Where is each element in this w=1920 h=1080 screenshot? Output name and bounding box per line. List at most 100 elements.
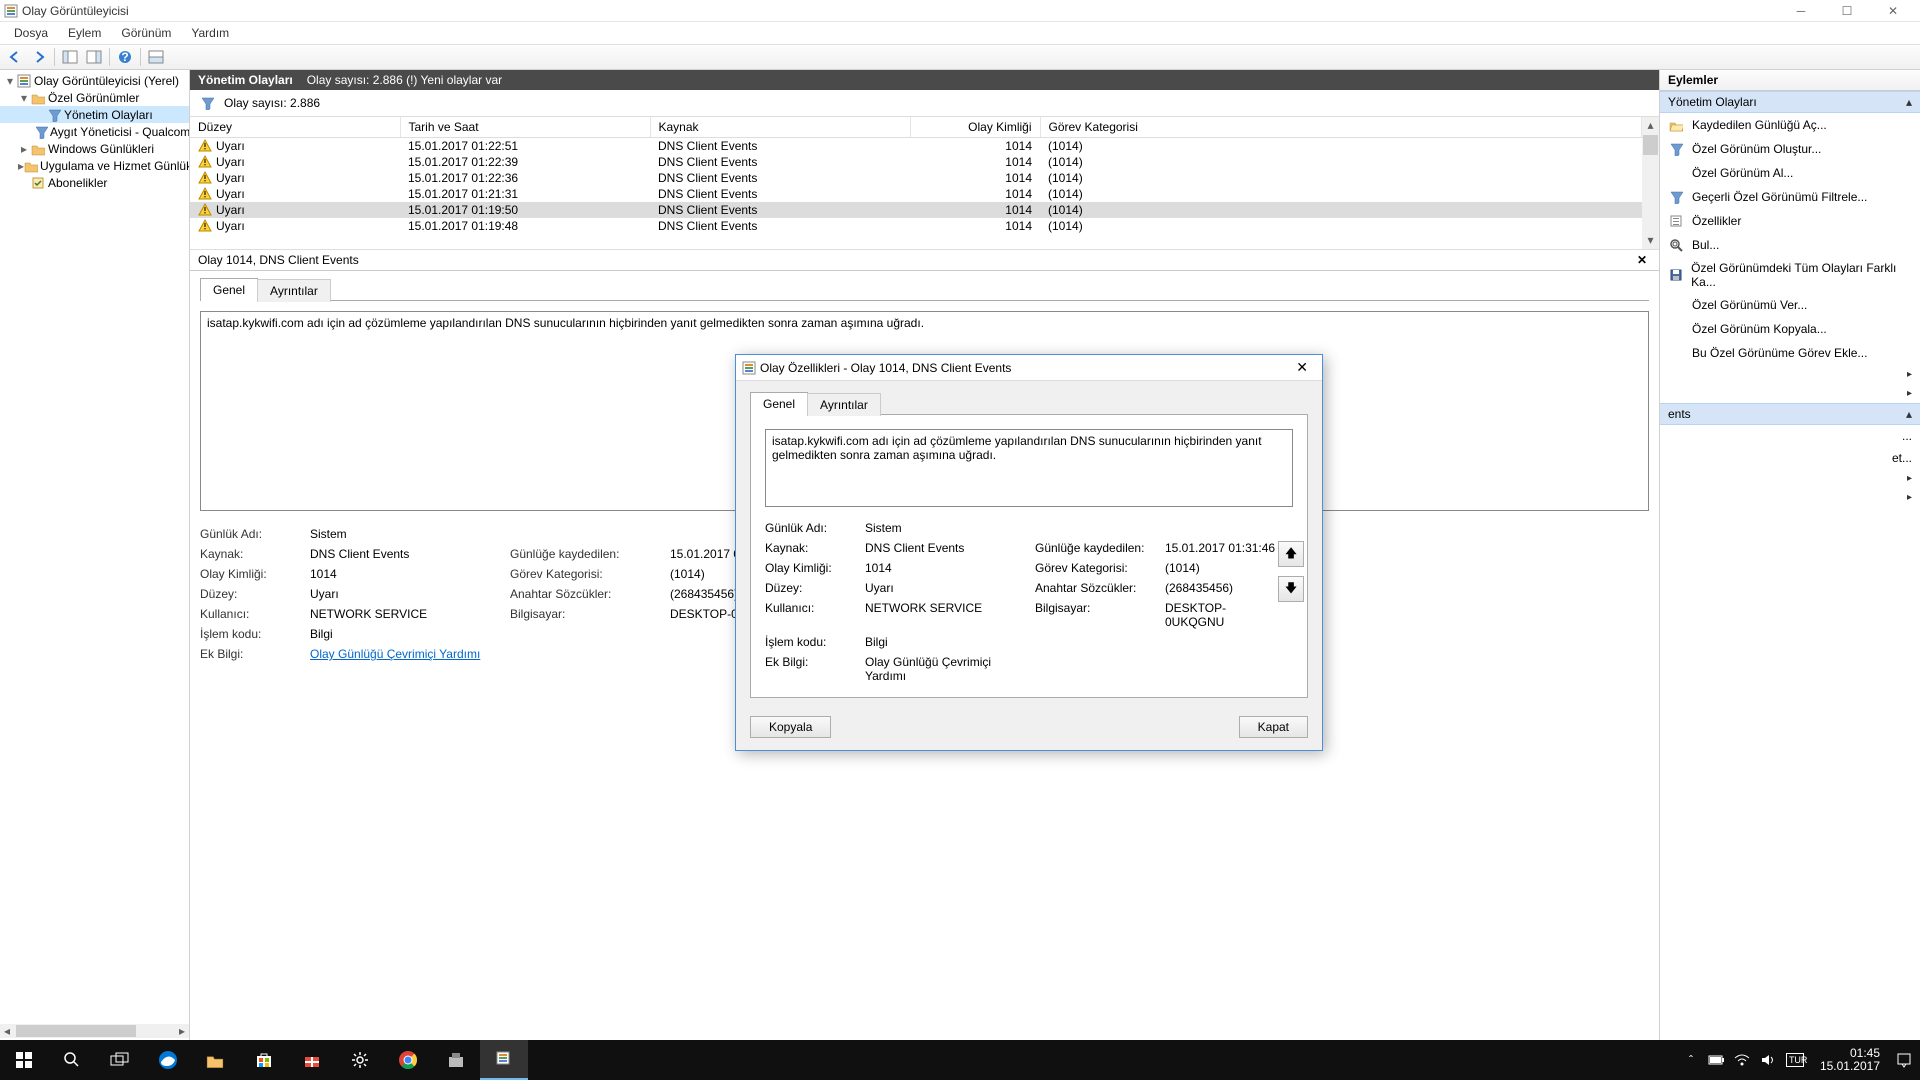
tree-root[interactable]: ▾ Olay Görüntüleyicisi (Yerel)	[0, 72, 189, 89]
column-header[interactable]: Düzey	[190, 117, 400, 138]
action-item[interactable]: Kaydedilen Günlüğü Aç...	[1660, 113, 1920, 137]
lbl-user: Kullanıcı:	[200, 607, 310, 621]
tree-node[interactable]: Abonelikler	[0, 174, 189, 191]
detail-close-button[interactable]: ✕	[1633, 253, 1651, 267]
link-moreinfo[interactable]: Olay Günlüğü Çevrimiçi Yardımı	[310, 647, 480, 661]
maximize-button[interactable]: ☐	[1824, 0, 1870, 22]
event-row[interactable]: Uyarı15.01.2017 01:19:50DNS Client Event…	[190, 202, 1642, 218]
tree-node[interactable]: Aygıt Yöneticisi - Qualcomm	[0, 123, 189, 140]
action-item[interactable]: Özel Görünüm Oluştur...	[1660, 137, 1920, 161]
tray-notifications-icon[interactable]	[1896, 1052, 1914, 1068]
action-item[interactable]: Özel Görünümdeki Tüm Olayları Farklı Ka.…	[1660, 257, 1920, 293]
taskbar-eventviewer[interactable]	[480, 1040, 528, 1080]
taskbar-edge[interactable]	[144, 1040, 192, 1080]
grid-vscrollbar[interactable]: ▴▾	[1642, 117, 1659, 249]
dlbl-eventid: Olay Kimliği:	[765, 561, 865, 575]
taskbar-settings[interactable]	[336, 1040, 384, 1080]
menu-help[interactable]: Yardım	[181, 24, 239, 42]
tree-node[interactable]: ▾Özel Görünümler	[0, 89, 189, 106]
dlbl-keywords: Anahtar Sözcükler:	[1035, 581, 1165, 595]
action-item-arrow3[interactable]: ▸	[1660, 469, 1920, 488]
event-grid[interactable]: DüzeyTarih ve SaatKaynakOlay KimliğiGöre…	[190, 117, 1642, 234]
tree-node[interactable]: ▸Windows Günlükleri	[0, 140, 189, 157]
tree-node[interactable]: Yönetim Olayları	[0, 106, 189, 123]
tab-general[interactable]: Genel	[200, 278, 258, 301]
tray-overflow-icon[interactable]: ˆ	[1682, 1053, 1700, 1067]
close-button[interactable]: ✕	[1870, 0, 1916, 22]
column-header[interactable]: Tarih ve Saat	[400, 117, 650, 138]
taskview-button[interactable]	[96, 1040, 144, 1080]
nav-back-button[interactable]	[4, 46, 26, 68]
dialog-close-button[interactable]: ✕	[1288, 359, 1316, 376]
action-item[interactable]: Özel Görünümü Ver...	[1660, 293, 1920, 317]
actions-header: Eylemler	[1660, 70, 1920, 91]
action-item[interactable]: Bu Özel Görünüme Görev Ekle...	[1660, 341, 1920, 365]
dialog-message: isatap.kykwifi.com adı için ad çözümleme…	[765, 429, 1293, 507]
action-item-arrow2[interactable]: ▸	[1660, 384, 1920, 403]
toolbar-showhide-button[interactable]	[59, 46, 81, 68]
menu-view[interactable]: Görünüm	[111, 24, 181, 42]
event-row[interactable]: Uyarı15.01.2017 01:19:48DNS Client Event…	[190, 218, 1642, 234]
toolbar-actionspane-button[interactable]	[83, 46, 105, 68]
tab-details[interactable]: Ayrıntılar	[257, 279, 331, 302]
taskbar-app-gift[interactable]	[288, 1040, 336, 1080]
action-item[interactable]: Özellikler	[1660, 209, 1920, 233]
taskbar-store[interactable]	[240, 1040, 288, 1080]
tray-lang-icon[interactable]: TUR	[1786, 1053, 1804, 1067]
dialog-titlebar[interactable]: Olay Özellikleri - Olay 1014, DNS Client…	[736, 355, 1322, 381]
action-item[interactable]: Özel Görünüm Kopyala...	[1660, 317, 1920, 341]
event-row[interactable]: Uyarı15.01.2017 01:22:36DNS Client Event…	[190, 170, 1642, 186]
column-header[interactable]: Olay Kimliği	[910, 117, 1040, 138]
tree-root-label: Olay Görüntüleyicisi (Yerel)	[34, 74, 179, 88]
val-user: NETWORK SERVICE	[310, 607, 510, 621]
minimize-button[interactable]: ─	[1778, 0, 1824, 22]
tree-node[interactable]: ▸Uygulama ve Hizmet Günlükleri	[0, 157, 189, 174]
collapse-icon2[interactable]: ▴	[1906, 407, 1912, 421]
dialog-tab-general[interactable]: Genel	[750, 392, 808, 415]
action-item[interactable]: Geçerli Özel Görünümü Filtrele...	[1660, 185, 1920, 209]
dlbl-taskcat: Görev Kategorisi:	[1035, 561, 1165, 575]
actions-pane: Eylemler Yönetim Olayları ▴ Kaydedilen G…	[1660, 70, 1920, 1040]
action-item-cut1[interactable]: ...	[1660, 425, 1920, 447]
dialog-prev-button[interactable]: 🡅	[1278, 541, 1304, 567]
lbl-keywords: Anahtar Sözcükler:	[510, 587, 670, 601]
taskbar-explorer[interactable]	[192, 1040, 240, 1080]
taskbar-app2[interactable]	[432, 1040, 480, 1080]
event-row[interactable]: Uyarı15.01.2017 01:22:39DNS Client Event…	[190, 154, 1642, 170]
event-row[interactable]: Uyarı15.01.2017 01:21:31DNS Client Event…	[190, 186, 1642, 202]
dialog-close-btn[interactable]: Kapat	[1239, 716, 1308, 738]
column-header[interactable]: Kaynak	[650, 117, 910, 138]
dialog-copy-button[interactable]: Kopyala	[750, 716, 831, 738]
column-header[interactable]: Görev Kategorisi	[1040, 117, 1642, 138]
lbl-moreinfo: Ek Bilgi:	[200, 647, 310, 661]
taskbar-chrome[interactable]	[384, 1040, 432, 1080]
toolbar-help-button[interactable]: ?	[114, 46, 136, 68]
action-item-arrow[interactable]: ▸	[1660, 365, 1920, 384]
menu-file[interactable]: Dosya	[4, 24, 58, 42]
tray-clock[interactable]: 01:45 15.01.2017	[1812, 1047, 1888, 1073]
action-item-cut2[interactable]: et...	[1660, 447, 1920, 469]
nav-forward-button[interactable]	[28, 46, 50, 68]
dialog-tab-details[interactable]: Ayrıntılar	[807, 393, 881, 416]
tree-hscrollbar[interactable]: ◂▸	[0, 1024, 189, 1038]
action-item-arrow4[interactable]: ▸	[1660, 488, 1920, 507]
tray-battery-icon[interactable]	[1708, 1054, 1726, 1066]
actions-group-management: Yönetim Olayları ▴	[1660, 91, 1920, 113]
system-tray: ˆ TUR 01:45 15.01.2017	[1682, 1040, 1920, 1080]
menu-action[interactable]: Eylem	[58, 24, 111, 42]
action-item[interactable]: Bul...	[1660, 233, 1920, 257]
start-button[interactable]	[0, 1040, 48, 1080]
val-eventid: 1014	[310, 567, 510, 581]
toolbar-extra-button[interactable]	[145, 46, 167, 68]
dialog-next-button[interactable]: 🡇	[1278, 576, 1304, 602]
action-item[interactable]: Özel Görünüm Al...	[1660, 161, 1920, 185]
tray-volume-icon[interactable]	[1760, 1053, 1778, 1067]
tray-wifi-icon[interactable]	[1734, 1053, 1752, 1067]
collapse-icon[interactable]: ▴	[1906, 95, 1912, 109]
val-logname: Sistem	[310, 527, 510, 541]
dialog-link-moreinfo[interactable]: Olay Günlüğü Çevrimiçi Yardımı	[865, 655, 991, 683]
event-row[interactable]: Uyarı15.01.2017 01:22:51DNS Client Event…	[190, 138, 1642, 155]
lbl-logname: Günlük Adı:	[200, 527, 310, 541]
search-button[interactable]	[48, 1040, 96, 1080]
dlbl-user: Kullanıcı:	[765, 601, 865, 629]
